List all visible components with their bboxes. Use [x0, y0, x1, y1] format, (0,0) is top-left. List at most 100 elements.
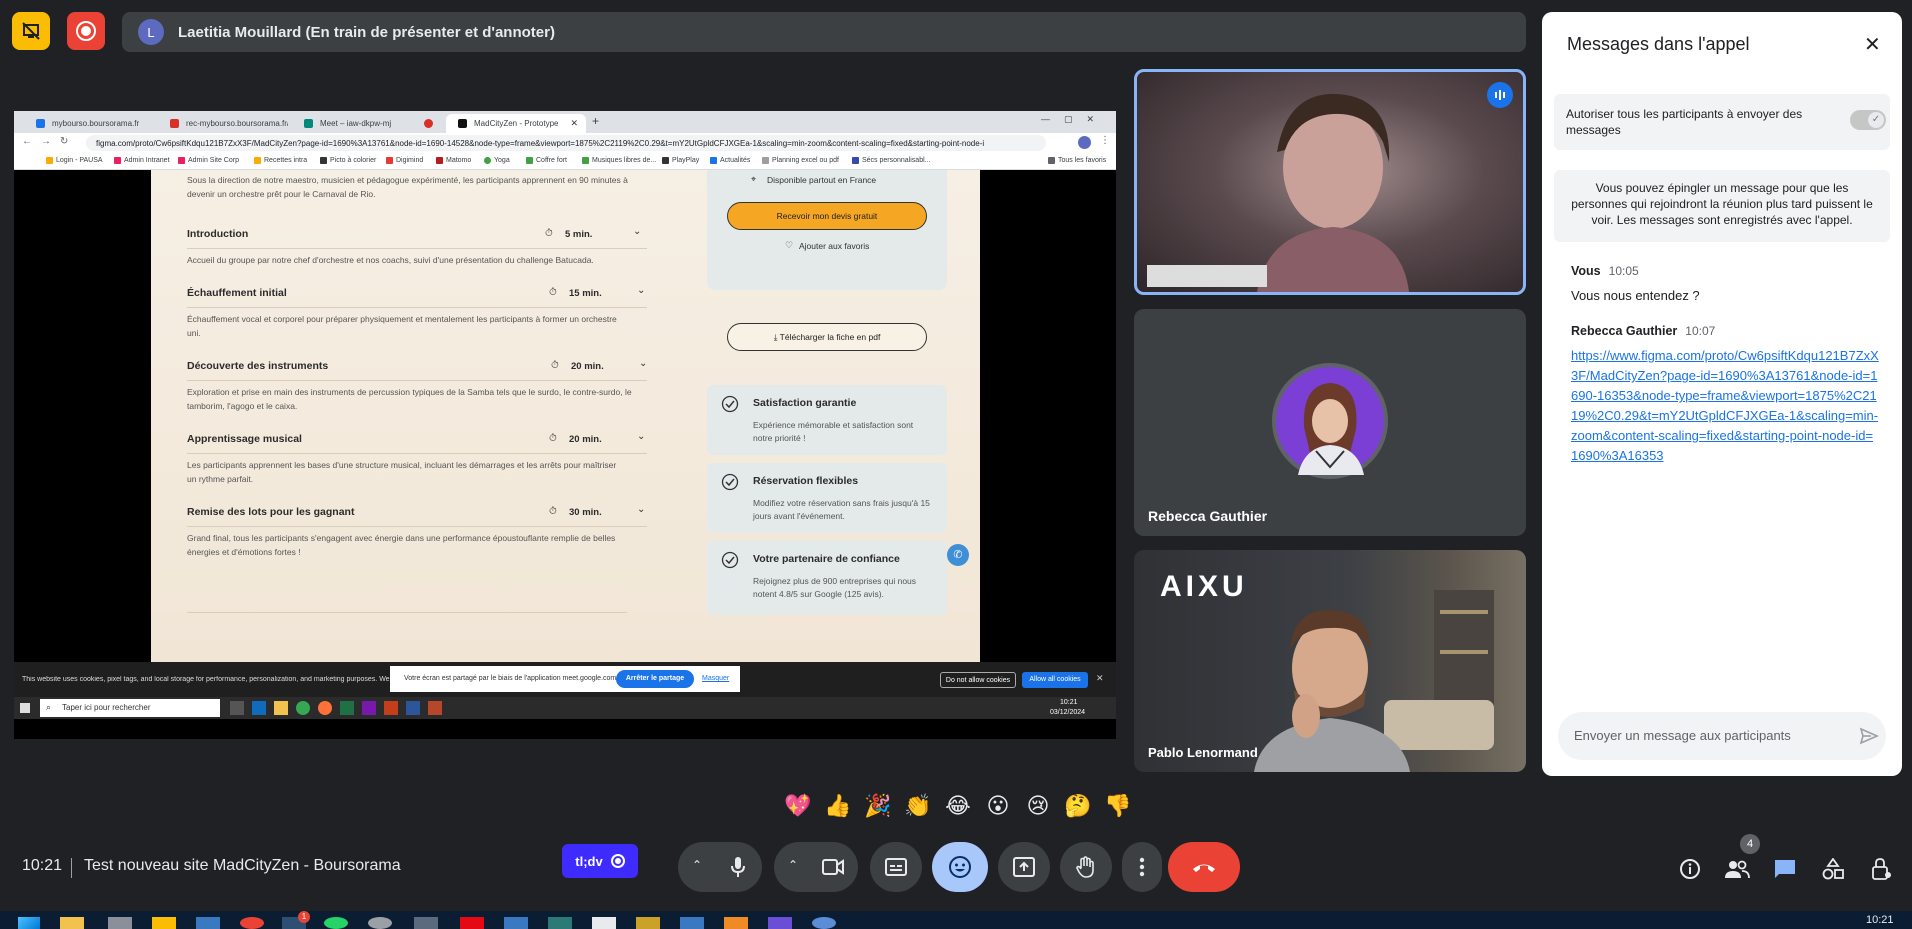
reaction-thumbs-up[interactable]: 👍 — [818, 786, 858, 826]
reactions-button[interactable] — [932, 842, 988, 892]
reaction-thinking[interactable]: 🤔 — [1058, 786, 1098, 826]
chat-message-input[interactable]: Envoyer un message aux participants — [1558, 712, 1886, 760]
menu-icon[interactable]: ⋮ — [1100, 135, 1110, 146]
app-icon[interactable] — [362, 701, 376, 715]
app-icon[interactable] — [384, 701, 398, 715]
reaction-thumbs-down[interactable]: 👎 — [1098, 786, 1138, 826]
windows-start-icon[interactable] — [20, 703, 30, 713]
app-icon[interactable] — [152, 917, 176, 929]
app-icon[interactable] — [296, 701, 310, 715]
bookmark[interactable]: Coffre fort — [526, 157, 567, 164]
permission-toggle[interactable]: ✓ — [1850, 110, 1886, 130]
app-icon[interactable] — [636, 917, 660, 929]
browser-tab[interactable]: rec-mybourso.boursorama.fr/r — [158, 114, 288, 133]
quote-button[interactable]: Recevoir mon devis gratuit — [727, 202, 927, 230]
reaction-surprised[interactable]: 😮 — [978, 786, 1018, 826]
bookmark-all[interactable]: Tous les favoris — [1048, 157, 1106, 164]
app-icon[interactable] — [108, 917, 132, 929]
captions-button[interactable] — [870, 842, 922, 892]
presentation-off-button[interactable] — [12, 12, 50, 50]
reaction-sad[interactable]: 😢 — [1018, 786, 1058, 826]
app-icon[interactable] — [768, 917, 792, 929]
bookmark[interactable]: Actualités — [710, 157, 750, 164]
app-icon[interactable] — [252, 701, 266, 715]
phone-chat-icon[interactable]: ✆ — [947, 544, 969, 566]
hide-link[interactable]: Masquer — [702, 675, 729, 682]
bookmark[interactable]: Picto à colorier — [320, 157, 376, 164]
reaction-party[interactable]: 🎉 — [858, 786, 898, 826]
taskbar-search-input[interactable]: ⌕ Taper ici pour rechercher — [40, 699, 220, 717]
bookmark[interactable]: Recettes intra — [254, 157, 307, 164]
nav-buttons[interactable]: ←→↻ — [22, 136, 77, 147]
bookmark[interactable]: Login - PAUSA — [46, 157, 103, 164]
new-tab-icon[interactable]: + — [592, 114, 599, 128]
host-controls-button[interactable] — [1866, 854, 1896, 884]
bookmark[interactable]: Yoga — [484, 157, 510, 164]
bookmark[interactable]: Sécs personnalisabl... — [852, 157, 930, 164]
chevron-down-icon[interactable]: ⌄ — [637, 285, 645, 296]
camera-icon[interactable] — [822, 858, 844, 876]
chevron-down-icon[interactable]: ⌄ — [637, 504, 645, 515]
app-icon[interactable] — [340, 701, 354, 715]
send-icon[interactable] — [1859, 726, 1879, 746]
camera-options-chevron-icon[interactable]: ⌃ — [788, 858, 798, 872]
app-icon[interactable] — [504, 917, 528, 929]
reaction-laugh[interactable]: 😂 — [938, 786, 978, 826]
app-icon[interactable] — [60, 917, 84, 929]
app-icon[interactable] — [414, 917, 438, 929]
bookmark[interactable]: Admin Intranet — [114, 157, 170, 164]
bookmark[interactable]: Admin Site Corp — [178, 157, 239, 164]
raise-hand-button[interactable] — [1060, 842, 1112, 892]
chat-button[interactable] — [1770, 854, 1800, 884]
app-icon[interactable] — [460, 917, 484, 929]
app-icon[interactable] — [724, 917, 748, 929]
app-icon[interactable] — [428, 701, 442, 715]
cookie-deny-button[interactable]: Do not allow cookies — [940, 672, 1016, 688]
tab-close-icon[interactable]: ✕ — [570, 118, 578, 129]
app-icon[interactable] — [240, 917, 264, 929]
address-bar[interactable]: figma.com/proto/Cw6psiftKdqu121B7ZxX3F/M… — [86, 135, 1046, 151]
stop-sharing-button[interactable]: Arrêter le partage — [616, 670, 694, 688]
app-icon[interactable] — [406, 701, 420, 715]
app-icon[interactable] — [680, 917, 704, 929]
app-icon[interactable] — [368, 917, 392, 929]
bookmark[interactable]: PlayPlay — [662, 157, 699, 164]
windows-start-icon[interactable] — [18, 917, 40, 929]
bookmark[interactable]: Musiques libres de... — [582, 157, 656, 164]
recording-button[interactable] — [67, 12, 105, 50]
app-icon[interactable] — [230, 701, 244, 715]
tldv-button[interactable]: tl;dv — [562, 844, 638, 878]
present-screen-button[interactable] — [998, 842, 1050, 892]
reaction-heart[interactable]: 💖 — [778, 786, 818, 826]
message-link[interactable]: https://www.figma.com/proto/Cw6psiftKdqu… — [1571, 346, 1879, 466]
app-icon[interactable] — [548, 917, 572, 929]
browser-tab[interactable]: Meet – iaw-dkpw-mj — [292, 114, 412, 133]
app-icon[interactable] — [318, 701, 332, 715]
browser-tab-active[interactable]: MadCityZen - Prototype ✕ — [446, 114, 586, 133]
mic-options-chevron-icon[interactable]: ⌃ — [692, 858, 702, 872]
close-icon[interactable]: ✕ — [1864, 32, 1881, 57]
browser-tab[interactable]: mybourso.boursorama.fr — [24, 114, 154, 133]
activities-button[interactable] — [1818, 854, 1848, 884]
app-icon[interactable] — [812, 917, 836, 929]
microphone-icon[interactable] — [728, 856, 748, 878]
chevron-down-icon[interactable]: ⌄ — [633, 226, 641, 237]
cookie-allow-button[interactable]: Allow all cookies — [1022, 672, 1088, 688]
meeting-info-button[interactable] — [1675, 854, 1705, 884]
chevron-down-icon[interactable]: ⌄ — [637, 431, 645, 442]
window-controls[interactable]: —▢✕ — [1041, 114, 1108, 125]
bookmark[interactable]: Matomo — [436, 157, 471, 164]
app-icon[interactable] — [274, 701, 288, 715]
participants-button[interactable]: 4 — [1722, 834, 1760, 884]
favorites-link[interactable]: Ajouter aux favoris — [799, 241, 869, 251]
pdf-download-button[interactable]: ⤓ Télécharger la fiche en pdf — [727, 323, 927, 351]
profile-icon[interactable] — [1078, 136, 1091, 149]
browser-tab[interactable] — [412, 114, 442, 133]
close-icon[interactable]: ✕ — [1096, 673, 1104, 684]
end-call-button[interactable] — [1168, 842, 1240, 892]
reaction-clap[interactable]: 👏 — [898, 786, 938, 826]
app-icon[interactable] — [324, 917, 348, 929]
bookmark[interactable]: Digimind — [386, 157, 423, 164]
more-options-button[interactable] — [1122, 842, 1162, 892]
chevron-down-icon[interactable]: ⌄ — [639, 358, 647, 369]
